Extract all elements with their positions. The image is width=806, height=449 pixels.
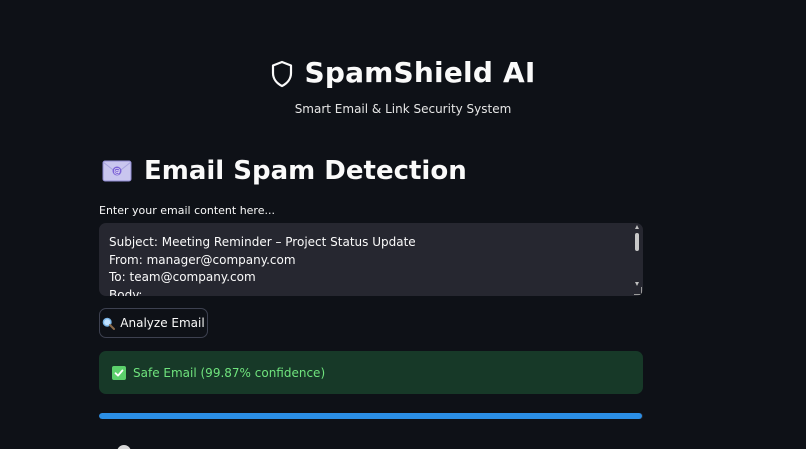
- email-line: From: manager@company.com: [109, 252, 296, 267]
- section-header: @ Email Spam Detection: [102, 156, 467, 186]
- app-page: SpamShield AI Smart Email & Link Securit…: [0, 0, 806, 449]
- email-line: To: team@company.com: [109, 270, 256, 284]
- textarea-scrollbar[interactable]: [634, 225, 641, 291]
- section-title: Email Spam Detection: [144, 156, 467, 186]
- scroll-up-icon[interactable]: [635, 225, 639, 229]
- email-line: Body:: [109, 287, 143, 297]
- app-header: SpamShield AI: [0, 56, 806, 89]
- analyze-button-label: Analyze Email: [120, 316, 205, 330]
- shield-icon: [272, 60, 293, 87]
- email-text-content[interactable]: Subject: Meeting Reminder – Project Stat…: [109, 234, 416, 296]
- resize-handle-icon[interactable]: [634, 287, 642, 295]
- scroll-down-icon[interactable]: [635, 282, 639, 286]
- partial-icon: [117, 445, 131, 449]
- confidence-progress-bar: [99, 413, 643, 419]
- email-line: Subject: Meeting Reminder – Project Stat…: [109, 235, 416, 249]
- magnifier-icon: [102, 317, 116, 330]
- result-text: Safe Email (99.87% confidence): [133, 365, 326, 380]
- progress-fill: [99, 413, 643, 419]
- result-alert: Safe Email (99.87% confidence): [99, 351, 643, 394]
- scroll-thumb[interactable]: [635, 233, 639, 251]
- app-title: SpamShield AI: [304, 56, 536, 89]
- email-input-label: Enter your email content here...: [99, 204, 275, 217]
- svg-text:@: @: [114, 168, 121, 176]
- check-icon: [112, 365, 126, 380]
- email-textarea[interactable]: Subject: Meeting Reminder – Project Stat…: [99, 223, 643, 296]
- app-subtitle: Smart Email & Link Security System: [294, 102, 512, 116]
- analyze-email-button[interactable]: Analyze Email: [99, 308, 208, 338]
- envelope-icon: @: [102, 160, 132, 182]
